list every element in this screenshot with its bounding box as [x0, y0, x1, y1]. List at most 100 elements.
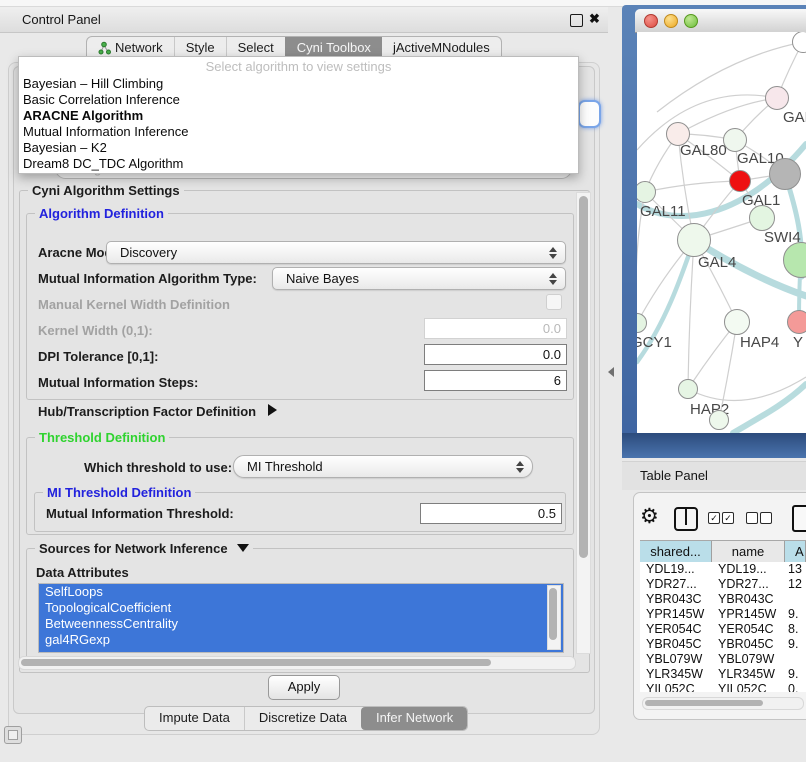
minimize-traffic-light[interactable]	[664, 14, 678, 28]
table-hscrollbar-track[interactable]	[642, 697, 804, 710]
tab-network[interactable]: Network	[87, 37, 174, 58]
table-row[interactable]: YIL052C YIL052C 0.	[640, 682, 806, 692]
algorithm-option[interactable]: Bayesian – K2	[19, 140, 578, 156]
table-row[interactable]: YBR043C YBR043C	[640, 592, 806, 607]
network-canvas[interactable]: GALGAL80GAL10GAL1GAL11SWI4GAL4GCY1HAP4YH…	[637, 32, 806, 433]
attribute-list-scrollbar-thumb[interactable]	[549, 588, 557, 640]
hub-section-label: Hub/Transcription Factor Definition	[38, 404, 256, 419]
select-all-checkbox-icon-2[interactable]: ✓	[722, 512, 734, 524]
cell-name: YBR043C	[712, 592, 785, 607]
close-traffic-light[interactable]	[644, 14, 658, 28]
hub-transcription-factor-section[interactable]: Hub/Transcription Factor Definition	[38, 404, 277, 419]
algorithm-option[interactable]: ARACNE Algorithm	[19, 108, 578, 124]
zoom-traffic-light[interactable]	[684, 14, 698, 28]
columns-icon[interactable]	[674, 507, 698, 531]
network-window-titlebar[interactable]	[635, 9, 806, 33]
kernel-width-input[interactable]: 0.0	[424, 318, 567, 339]
apply-button[interactable]: Apply	[268, 675, 340, 700]
column-header-name[interactable]: name	[712, 541, 785, 563]
network-node-gal[interactable]	[765, 86, 789, 110]
screen: Control Panel ✖ Network Style Select Cyn…	[0, 0, 806, 762]
network-node-hap4[interactable]	[724, 309, 750, 335]
table-row[interactable]: YDR27... YDR27... 12	[640, 577, 806, 592]
cell-shared-name: YER054C	[640, 622, 712, 637]
settings-scrollbar-thumb[interactable]	[579, 196, 588, 558]
float-window-icon[interactable]	[570, 14, 583, 27]
data-attribute-item[interactable]: SelfLoops	[39, 584, 563, 600]
network-node-gal4[interactable]	[677, 223, 711, 257]
data-attribute-item[interactable]: gal4RGexp	[39, 632, 563, 648]
settings-scrollbar-track[interactable]	[576, 192, 591, 654]
aracne-mode-value: Discovery	[120, 245, 177, 260]
mi-threshold-input[interactable]: 0.5	[420, 503, 562, 524]
panel-corner-icon[interactable]	[4, 726, 22, 744]
cell-shared-name: YPR145W	[640, 607, 712, 622]
cell-shared-name: YBR043C	[640, 592, 712, 607]
tab-style[interactable]: Style	[174, 37, 226, 58]
gear-icon[interactable]: ⚙	[640, 504, 659, 528]
mi-steps-input[interactable]: 6	[424, 370, 567, 391]
manual-kernel-width-label: Manual Kernel Width Definition	[38, 297, 230, 312]
network-window-frame-bottom	[622, 433, 806, 458]
column-header-shared-name[interactable]: shared...	[640, 541, 712, 563]
tab-discretize-data[interactable]: Discretize Data	[244, 707, 361, 730]
cell-name: YDR27...	[712, 577, 785, 592]
tab-jactivemnodules[interactable]: jActiveMNodules	[382, 37, 501, 58]
spinner-icon	[549, 271, 557, 287]
cell-shared-name: YIL052C	[640, 682, 712, 692]
data-attribute-item[interactable]: BetweennessCentrality	[39, 616, 563, 632]
select-all-checkbox-icon-1[interactable]: ✓	[708, 512, 720, 524]
network-node-hap2[interactable]	[678, 379, 698, 399]
table-row[interactable]: YDL19... YDL19... 13	[640, 562, 806, 577]
document-icon[interactable]	[792, 505, 806, 532]
data-attribute-item-partial[interactable]	[39, 648, 563, 652]
column-header-partial[interactable]: A	[785, 541, 806, 563]
network-node[interactable]	[769, 158, 801, 190]
data-attribute-item[interactable]: TopologicalCoefficient	[39, 600, 563, 616]
cell-value	[785, 592, 806, 607]
cell-value: 8.	[785, 622, 806, 637]
aracne-mode-combo[interactable]: Discovery	[106, 241, 566, 264]
mi-algorithm-type-combo[interactable]: Naive Bayes	[272, 267, 566, 290]
collapse-arrow-icon[interactable]	[237, 544, 249, 552]
network-node-gal1[interactable]	[729, 170, 751, 192]
network-node-y[interactable]	[787, 310, 806, 334]
splitter-collapse-arrow[interactable]	[608, 367, 614, 377]
dpi-tolerance-input[interactable]: 0.0	[424, 344, 567, 365]
tab-impute-data[interactable]: Impute Data	[145, 707, 244, 730]
table-hscrollbar-thumb[interactable]	[645, 700, 763, 706]
table-row[interactable]: YLR345W YLR345W 9.	[640, 667, 806, 682]
algorithm-combo-remnant[interactable]	[578, 100, 601, 128]
cell-value	[785, 652, 806, 667]
table-panel-title: Table Panel	[640, 462, 708, 490]
algorithm-option[interactable]: Mutual Information Inference	[19, 124, 578, 140]
expand-arrow-icon[interactable]	[268, 404, 277, 416]
tab-select[interactable]: Select	[226, 37, 285, 58]
cell-name: YDL19...	[712, 562, 785, 577]
mi-algorithm-type-value: Naive Bayes	[286, 271, 359, 286]
settings-hscrollbar-thumb[interactable]	[21, 659, 491, 666]
tab-infer-network[interactable]: Infer Network	[361, 707, 467, 730]
network-node-gal10[interactable]	[723, 128, 747, 152]
close-icon[interactable]: ✖	[589, 11, 600, 27]
tab-cyni-toolbox[interactable]: Cyni Toolbox	[285, 37, 382, 58]
network-node-label: GAL80	[680, 142, 727, 159]
cell-shared-name: YDR27...	[640, 577, 712, 592]
settings-hscrollbar-track[interactable]	[18, 656, 576, 670]
manual-kernel-width-checkbox[interactable]	[546, 294, 562, 310]
attribute-list-scrollbar-track[interactable]	[547, 585, 561, 650]
table-row[interactable]: YBR045C YBR045C 9.	[640, 637, 806, 652]
algorithm-option[interactable]: Basic Correlation Inference	[19, 92, 578, 108]
dropdown-placeholder: Select algorithm to view settings	[19, 57, 578, 76]
deselect-all-checkbox-icon-2[interactable]	[760, 512, 772, 524]
algorithm-option[interactable]: Bayesian – Hill Climbing	[19, 76, 578, 92]
table-row[interactable]: YER054C YER054C 8.	[640, 622, 806, 637]
table-row[interactable]: YPR145W YPR145W 9.	[640, 607, 806, 622]
deselect-all-checkbox-icon-1[interactable]	[746, 512, 758, 524]
which-threshold-combo[interactable]: MI Threshold	[233, 455, 533, 478]
network-node[interactable]	[709, 410, 729, 430]
table-row[interactable]: YBL079W YBL079W	[640, 652, 806, 667]
network-node-swi4[interactable]	[749, 205, 775, 231]
algorithm-option[interactable]: Dream8 DC_TDC Algorithm	[19, 156, 578, 172]
sources-legend[interactable]: Sources for Network Inference	[35, 541, 253, 556]
